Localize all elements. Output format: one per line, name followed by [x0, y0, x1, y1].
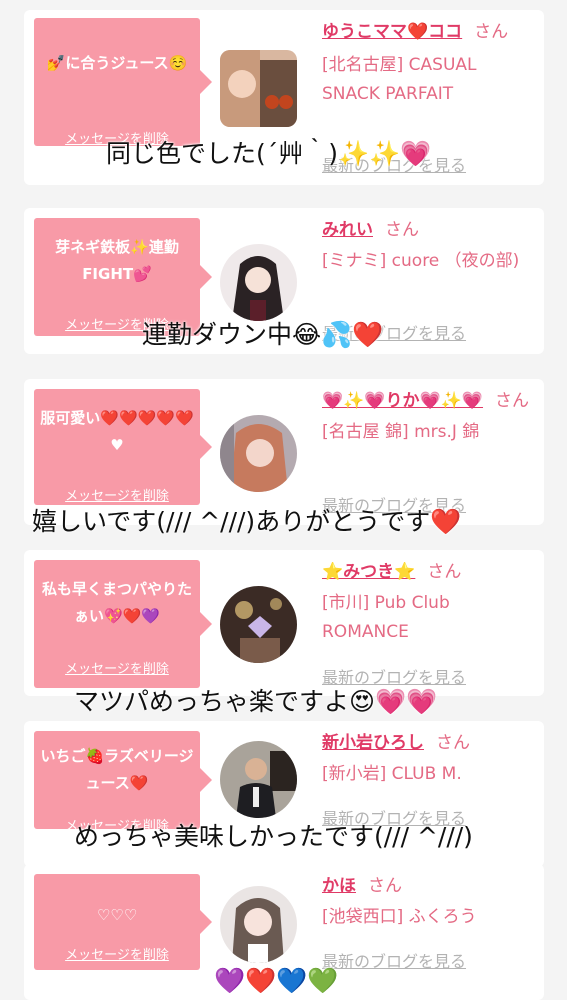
message-bubble: 💅に合うジュース☺️ メッセージを削除: [34, 18, 212, 147]
message-text: 私も早くまつパやりたぁい💖❤️💜: [41, 580, 192, 625]
sender-info: 💗✨💗りか💗✨💗 さん [名古屋 錦] mrs.J 錦: [322, 387, 532, 447]
avatar[interactable]: [220, 50, 297, 127]
delete-message-link[interactable]: メッセージを削除: [34, 658, 200, 677]
shop-name: [ミナミ] cuore （夜の部): [322, 251, 520, 271]
honorific: さん: [495, 391, 530, 411]
overlay-caption: 💜❤️💙💚: [214, 966, 339, 995]
overlay-caption: 同じ色でした(´艸｀)✨✨💗: [106, 139, 432, 168]
message-text: 服可愛い❤️❤️❤️❤️❤️♥: [40, 409, 194, 454]
message-bubble: いちご🍓ラズベリージュース❤️ メッセージを削除: [34, 731, 212, 834]
message-text: 芽ネギ鉄板✨連勤FIGHT💕: [55, 238, 179, 283]
honorific: さん: [474, 22, 509, 42]
avatar[interactable]: [220, 741, 297, 818]
shop-name: [北名古屋] CASUAL SNACK PARFAIT: [322, 55, 477, 104]
sender-name-link[interactable]: かほ: [322, 876, 356, 896]
delete-message-link[interactable]: メッセージを削除: [34, 944, 200, 963]
overlay-caption: めっちゃ美味しかったです(/// ^///): [74, 822, 473, 851]
honorific: さん: [436, 733, 470, 753]
avatar[interactable]: [220, 415, 297, 492]
sender-info: かほ さん [池袋西口] ふくろう: [322, 872, 532, 932]
message-card: 私も早くまつパやりたぁい💖❤️💜 メッセージを削除 ⭐みつき⭐ さん [市川] P…: [24, 550, 544, 696]
sender-name-link[interactable]: ⭐みつき⭐: [322, 562, 415, 582]
honorific: さん: [385, 220, 419, 240]
sender-info: 新小岩ひろし さん [新小岩] CLUB M.: [322, 729, 532, 789]
sender-name-link[interactable]: 💗✨💗りか💗✨💗: [322, 391, 483, 411]
sender-name-link[interactable]: 新小岩ひろし: [322, 733, 424, 753]
message-text: いちご🍓ラズベリージュース❤️: [40, 747, 194, 792]
view-blog-link[interactable]: 最新のブログを見る: [322, 948, 466, 972]
overlay-caption: マツパめっちゃ楽ですよ😍💗💗: [74, 687, 438, 716]
shop-name: [名古屋 錦] mrs.J 錦: [322, 422, 480, 442]
avatar[interactable]: [220, 244, 297, 321]
shop-name: [池袋西口] ふくろう: [322, 907, 477, 927]
overlay-caption: 嬉しいです(/// ^///)ありがとうです❤️: [32, 507, 462, 536]
sender-info: ⭐みつき⭐ さん [市川] Pub Club ROMANCE: [322, 558, 532, 647]
sender-name-link[interactable]: みれい: [322, 220, 373, 240]
avatar[interactable]: [220, 586, 297, 663]
message-bubble: 服可愛い❤️❤️❤️❤️❤️♥ メッセージを削除: [34, 389, 212, 505]
message-bubble: ♡♡♡ メッセージを削除: [34, 874, 212, 970]
avatar[interactable]: [220, 886, 297, 963]
message-text: ♡♡♡: [96, 906, 138, 924]
message-text: 💅に合うジュース☺️: [46, 54, 188, 72]
shop-name: [新小岩] CLUB M.: [322, 764, 462, 784]
overlay-caption: 連勤ダウン中😂💦❤️: [142, 320, 384, 349]
message-bubble: 私も早くまつパやりたぁい💖❤️💜 メッセージを削除: [34, 560, 212, 688]
sender-name-link[interactable]: ゆうこママ❤️ココ: [322, 22, 462, 42]
shop-name: [市川] Pub Club ROMANCE: [322, 593, 450, 642]
honorific: さん: [427, 562, 462, 582]
sender-info: ゆうこママ❤️ココ さん [北名古屋] CASUAL SNACK PARFAIT: [322, 18, 532, 109]
honorific: さん: [368, 876, 402, 896]
sender-info: みれい さん [ミナミ] cuore （夜の部): [322, 216, 532, 276]
